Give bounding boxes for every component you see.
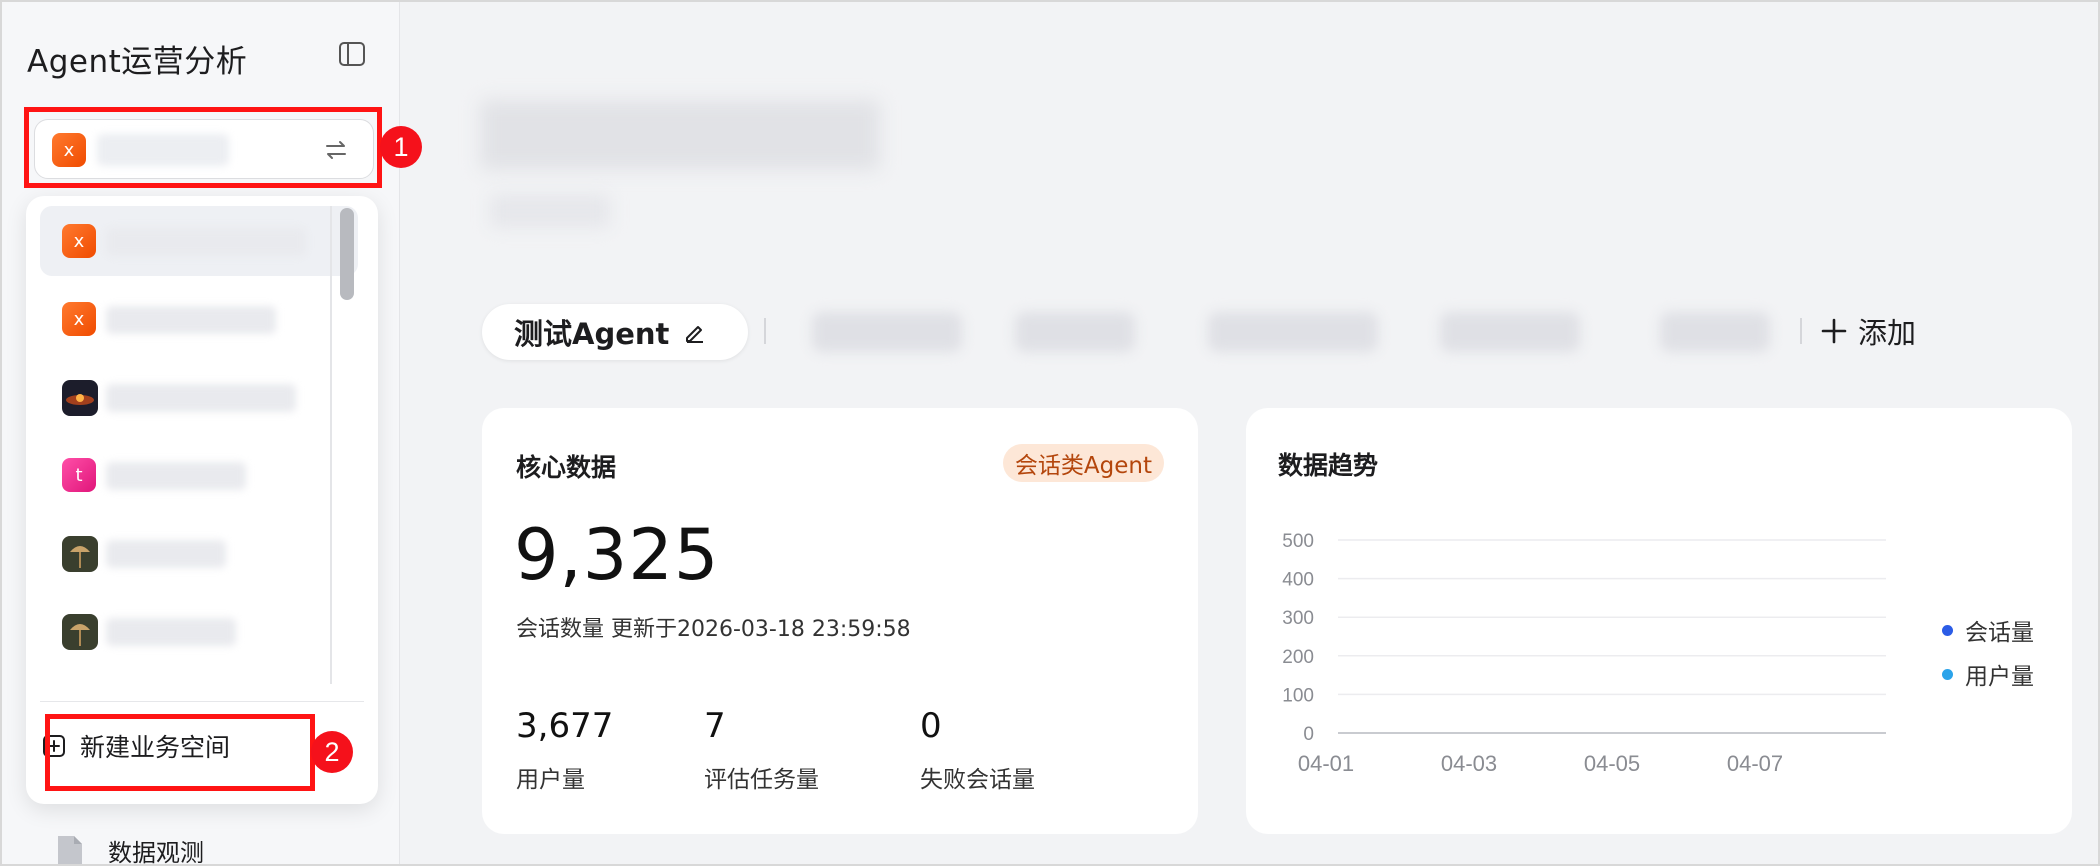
y-tick-label: 300 [1282,608,1314,629]
y-tick-label: 200 [1282,647,1314,668]
tab-divider [1800,318,1802,344]
app-title: Agent运营分析 [27,44,248,80]
add-tab-label: 添加 [1858,316,1917,350]
legend-label: 用户量 [1965,664,2034,690]
session-count-value: 9,325 [514,514,720,596]
tab-label: 测试Agent [514,317,670,351]
metric-failed-session-count: 0 失败会话量 [920,706,1035,794]
edit-pencil-icon[interactable] [683,320,707,344]
workspace-photo-icon [62,614,98,650]
metric-value: 0 [920,706,942,746]
agent-type-badge: 会话类Agent [1002,444,1164,482]
callout-badge-1: 1 [380,126,422,168]
workspace-name-redacted [106,228,306,256]
workspace-name-redacted [106,540,226,568]
session-count-caption: 会话数量 更新于2026-03-18 23:59:58 [516,617,911,642]
document-icon [58,836,82,866]
metric-label: 评估任务量 [704,767,819,793]
data-trend-card: 数据趋势 0 100 200 300 400 500 04-01 04-03 04-05 04-0… [1246,408,2072,834]
legend-dot [1942,668,1953,680]
dropdown-divider [40,701,364,702]
highlight-box-new-workspace [45,714,315,791]
x-tick-label: 04-05 [1584,751,1640,776]
workspace-item[interactable] [40,596,358,666]
sidebar-item-data-observation[interactable]: 数据观测 [52,832,204,866]
sidebar-item-label: 数据观测 [108,838,204,866]
page-header-redacted [460,90,900,240]
metric-label: 失败会话量 [920,767,1035,793]
chart-legend: 会话量 用户量 [1942,608,2034,696]
workspace-name-redacted [106,618,236,646]
tab-redacted[interactable] [1660,312,1770,352]
tab-redacted[interactable] [812,312,962,352]
x-tick-label: 04-07 [1727,751,1783,776]
workspace-item[interactable]: t [40,440,358,510]
y-tick-label: 400 [1282,570,1314,591]
callout-badge-2: 2 [311,731,353,773]
workspace-name-redacted [106,306,276,334]
workspace-photo-icon [62,380,98,416]
x-tick-label: 04-03 [1441,751,1497,776]
core-data-title: 核心数据 [516,453,617,482]
tab-redacted[interactable] [1015,312,1135,352]
sidebar-collapse-icon[interactable] [338,40,366,68]
core-data-card: 核心数据 会话类Agent 9,325 会话数量 更新于2026-03-18 2… [482,408,1198,834]
tab-redacted[interactable] [1440,312,1580,352]
legend-label: 会话量 [1965,620,2034,646]
legend-dot [1942,624,1953,636]
workspace-list-scroll-track [330,206,332,684]
metric-value: 7 [704,706,726,746]
y-tick-label: 500 [1282,531,1314,552]
highlight-box-workspace-selector [24,107,382,188]
legend-item[interactable]: 会话量 [1942,608,2034,652]
workspace-item[interactable] [40,362,358,432]
workspace-badge: x [62,224,96,258]
add-tab-button[interactable]: 添加 [1820,310,1916,352]
plus-icon [1821,318,1847,344]
legend-item[interactable]: 用户量 [1942,652,2034,696]
workspace-list-scrollbar[interactable] [340,208,354,300]
tab-test-agent[interactable]: 测试Agent [482,304,748,360]
page-subtitle-redacted [490,194,610,228]
metric-eval-task-count: 7 评估任务量 [704,706,819,794]
workspace-badge: t [62,458,96,492]
workspace-item[interactable] [40,518,358,588]
workspace-name-redacted [106,462,246,490]
x-tick-label: 04-01 [1298,751,1354,776]
workspace-item[interactable]: x [40,284,358,354]
y-tick-label: 0 [1303,724,1314,745]
metric-user-count: 3,677 用户量 [516,706,613,794]
tab-redacted[interactable] [1208,312,1378,352]
metric-value: 3,677 [516,706,614,746]
workspace-dropdown: x x t [26,196,378,804]
tab-divider [764,318,766,344]
workspace-name-redacted [106,384,296,412]
y-tick-label: 100 [1282,685,1314,706]
metric-label: 用户量 [516,767,585,793]
workspace-badge: x [62,302,96,336]
workspace-photo-icon [62,536,98,572]
page-title-redacted [480,100,880,170]
workspace-item[interactable]: x [40,206,358,276]
